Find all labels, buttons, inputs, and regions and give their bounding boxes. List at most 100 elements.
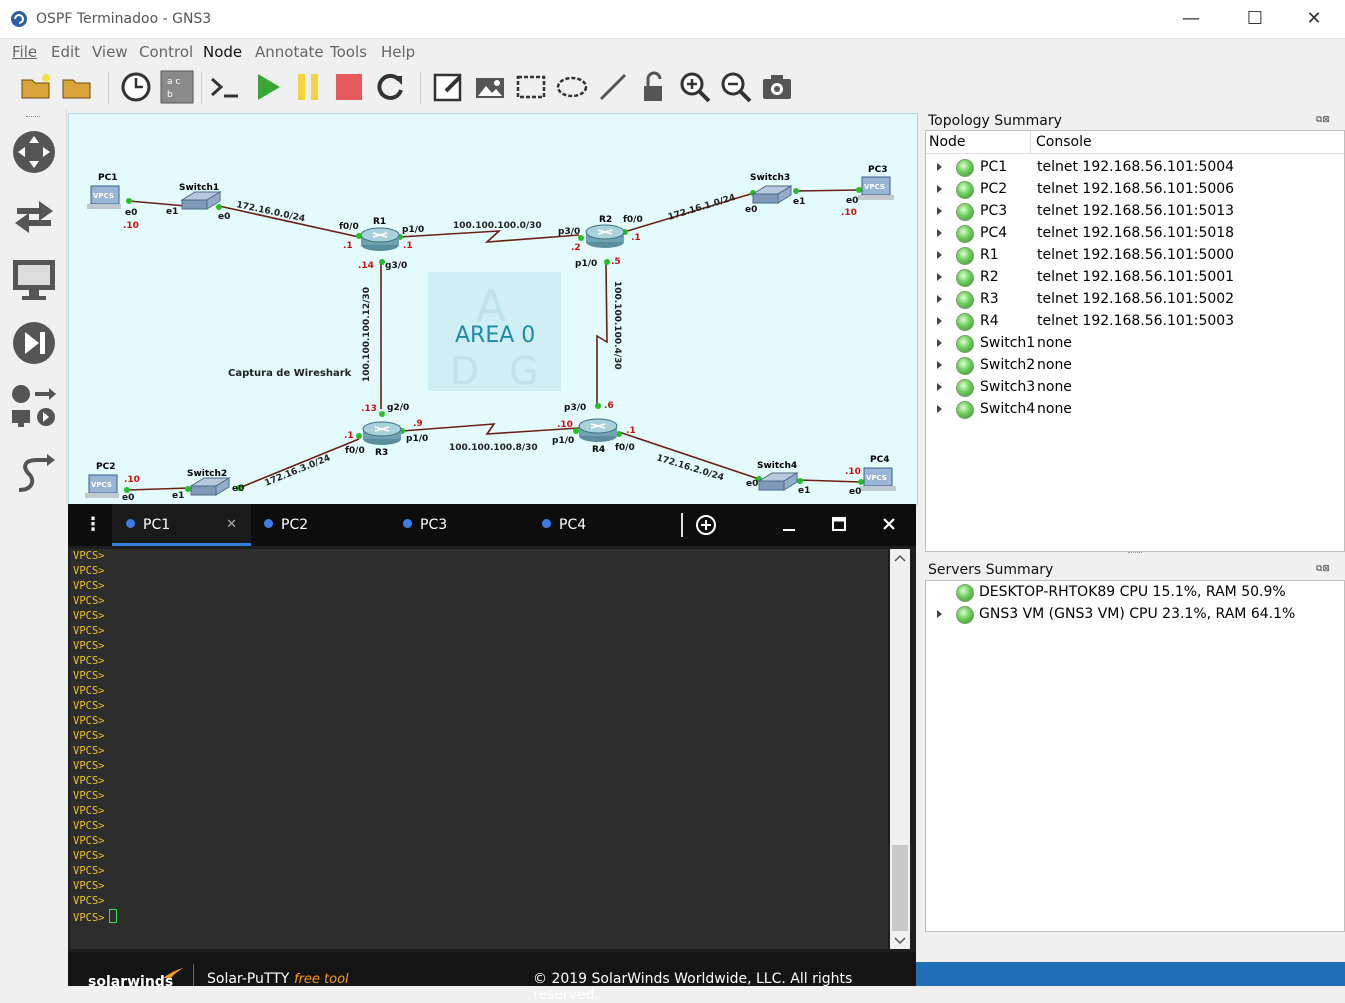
node-name: Switch2 xyxy=(980,357,1036,373)
terminal-scrollbar[interactable] xyxy=(890,549,910,949)
menu-control[interactable]: Control xyxy=(139,43,193,61)
router-r3-node[interactable]: R3 xyxy=(362,421,402,458)
menu-file[interactable]: File xyxy=(12,43,37,61)
picture-icon[interactable] xyxy=(473,70,507,104)
switches-icon[interactable] xyxy=(9,190,59,240)
scroll-thumb[interactable] xyxy=(892,845,908,931)
zoom-out-icon[interactable] xyxy=(719,70,753,104)
rectangle-icon[interactable] xyxy=(514,70,548,104)
session-dot-icon xyxy=(126,519,135,528)
dock-float-close-icon[interactable]: ⧉⊠ xyxy=(1316,115,1330,125)
note-icon[interactable] xyxy=(432,70,466,104)
server-row[interactable]: GNS3 VM (GNS3 VM) CPU 23.1%, RAM 64.1% xyxy=(926,603,1344,625)
menu-edit[interactable]: Edit xyxy=(51,43,80,61)
topology-row[interactable]: R2 telnet 192.168.56.101:5001 xyxy=(926,266,1344,288)
col-console-header[interactable]: Console xyxy=(1036,131,1092,153)
router-r4-node[interactable]: R4 xyxy=(578,418,618,455)
zoom-in-icon[interactable] xyxy=(678,70,712,104)
dock-float-close-icon[interactable]: ⧉⊠ xyxy=(1316,564,1330,574)
switch3-node[interactable]: Switch3 xyxy=(750,173,793,204)
terminal-minimize-icon[interactable] xyxy=(782,518,796,532)
expand-arrow-icon[interactable] xyxy=(937,251,942,259)
scroll-up-icon[interactable] xyxy=(894,554,906,562)
footer-free-tool: free tool xyxy=(294,972,349,987)
splitter-grip[interactable] xyxy=(1128,552,1142,553)
server-row[interactable]: DESKTOP-RHTOK89 CPU 15.1%, RAM 50.9% xyxy=(926,581,1344,603)
switch1-node[interactable]: Switch1 xyxy=(179,183,222,210)
console-icon[interactable] xyxy=(208,70,242,104)
terminal-maximize-icon[interactable] xyxy=(832,517,846,531)
camera-icon[interactable] xyxy=(760,70,794,104)
tab-pc2[interactable]: PC2 xyxy=(264,504,384,546)
tab-pc3[interactable]: PC3 xyxy=(403,504,523,546)
topology-canvas[interactable]: A D G AREA 0 Captura de Wireshark VPCS P… xyxy=(68,113,918,506)
scroll-down-icon[interactable] xyxy=(894,937,906,945)
lock-icon[interactable] xyxy=(637,70,671,104)
menu-view[interactable]: View xyxy=(92,43,128,61)
routers-icon[interactable] xyxy=(9,127,59,177)
line-icon[interactable] xyxy=(596,70,630,104)
expand-arrow-icon[interactable] xyxy=(937,295,942,303)
topology-row[interactable]: Switch4 none xyxy=(926,398,1344,420)
expand-arrow-icon[interactable] xyxy=(937,163,942,171)
pause-icon[interactable] xyxy=(291,70,325,104)
topology-row[interactable]: PC4 telnet 192.168.56.101:5018 xyxy=(926,222,1344,244)
end-devices-icon[interactable] xyxy=(9,254,59,304)
expand-arrow-icon[interactable] xyxy=(937,610,942,618)
clock-icon[interactable] xyxy=(119,70,153,104)
all-devices-icon[interactable] xyxy=(9,382,59,432)
tab-pc4[interactable]: PC4 xyxy=(542,504,662,546)
topology-row[interactable]: R1 telnet 192.168.56.101:5000 xyxy=(926,244,1344,266)
terminal-close-icon[interactable] xyxy=(882,517,896,531)
start-icon[interactable] xyxy=(250,70,284,104)
expand-arrow-icon[interactable] xyxy=(937,339,942,347)
router-r2-node[interactable]: R2 xyxy=(585,215,625,248)
switch2-node[interactable]: Switch2 xyxy=(187,469,231,496)
reload-icon[interactable] xyxy=(373,70,407,104)
menu-help[interactable]: Help xyxy=(381,43,415,61)
pc1-node[interactable]: VPCS PC1 xyxy=(87,173,121,209)
expand-arrow-icon[interactable] xyxy=(937,229,942,237)
menu-node[interactable]: Node xyxy=(203,43,242,61)
tab-label: PC4 xyxy=(559,517,587,533)
expand-arrow-icon[interactable] xyxy=(937,273,942,281)
add-link-icon[interactable] xyxy=(9,446,59,496)
kebab-menu-icon[interactable]: ⋮ xyxy=(84,514,102,535)
tab-close-icon[interactable]: ✕ xyxy=(226,504,237,546)
topology-row[interactable]: PC3 telnet 192.168.56.101:5013 xyxy=(926,200,1344,222)
menu-annotate[interactable]: Annotate xyxy=(255,43,324,61)
topology-row[interactable]: R3 telnet 192.168.56.101:5002 xyxy=(926,288,1344,310)
stop-icon[interactable] xyxy=(332,70,366,104)
switch4-node[interactable]: Switch4 xyxy=(757,461,799,491)
minimize-button[interactable]: — xyxy=(1168,4,1214,34)
expand-arrow-icon[interactable] xyxy=(937,383,942,391)
show-labels-icon[interactable]: a c b xyxy=(160,70,194,104)
topology-row[interactable]: PC1 telnet 192.168.56.101:5004 xyxy=(926,156,1344,178)
topology-row[interactable]: Switch3 none xyxy=(926,376,1344,398)
topology-row[interactable]: R4 telnet 192.168.56.101:5003 xyxy=(926,310,1344,332)
terminal-output[interactable]: VPCS> VPCS> VPCS> VPCS> VPCS> VPCS> VPCS> VPCS>… xyxy=(70,549,888,949)
security-devices-icon[interactable] xyxy=(9,318,59,368)
expand-arrow-icon[interactable] xyxy=(937,185,942,193)
new-tab-icon[interactable] xyxy=(695,514,717,536)
pc4-node[interactable]: VPCS PC4 xyxy=(860,455,896,491)
router-r1-node[interactable]: R1 xyxy=(360,217,400,251)
expand-arrow-icon[interactable] xyxy=(937,405,942,413)
col-node-header[interactable]: Node xyxy=(929,131,966,153)
open-folder-icon[interactable] xyxy=(60,70,94,104)
pc3-node[interactable]: VPCS PC3 xyxy=(858,165,894,200)
topology-row[interactable]: Switch1 none xyxy=(926,332,1344,354)
node-name: Switch4 xyxy=(980,401,1036,417)
ellipse-icon[interactable] xyxy=(555,70,589,104)
open-project-icon[interactable] xyxy=(19,70,53,104)
topology-row[interactable]: Switch2 none xyxy=(926,354,1344,376)
menu-tools[interactable]: Tools xyxy=(330,43,367,61)
expand-arrow-icon[interactable] xyxy=(937,361,942,369)
expand-arrow-icon[interactable] xyxy=(937,317,942,325)
close-button[interactable]: ✕ xyxy=(1291,4,1337,34)
expand-arrow-icon[interactable] xyxy=(937,207,942,215)
pc2-node[interactable]: VPCS PC2 xyxy=(85,462,119,498)
topology-row[interactable]: PC2 telnet 192.168.56.101:5006 xyxy=(926,178,1344,200)
tab-pc1[interactable]: PC1 ✕ xyxy=(112,504,251,546)
maximize-button[interactable]: ☐ xyxy=(1232,4,1278,34)
